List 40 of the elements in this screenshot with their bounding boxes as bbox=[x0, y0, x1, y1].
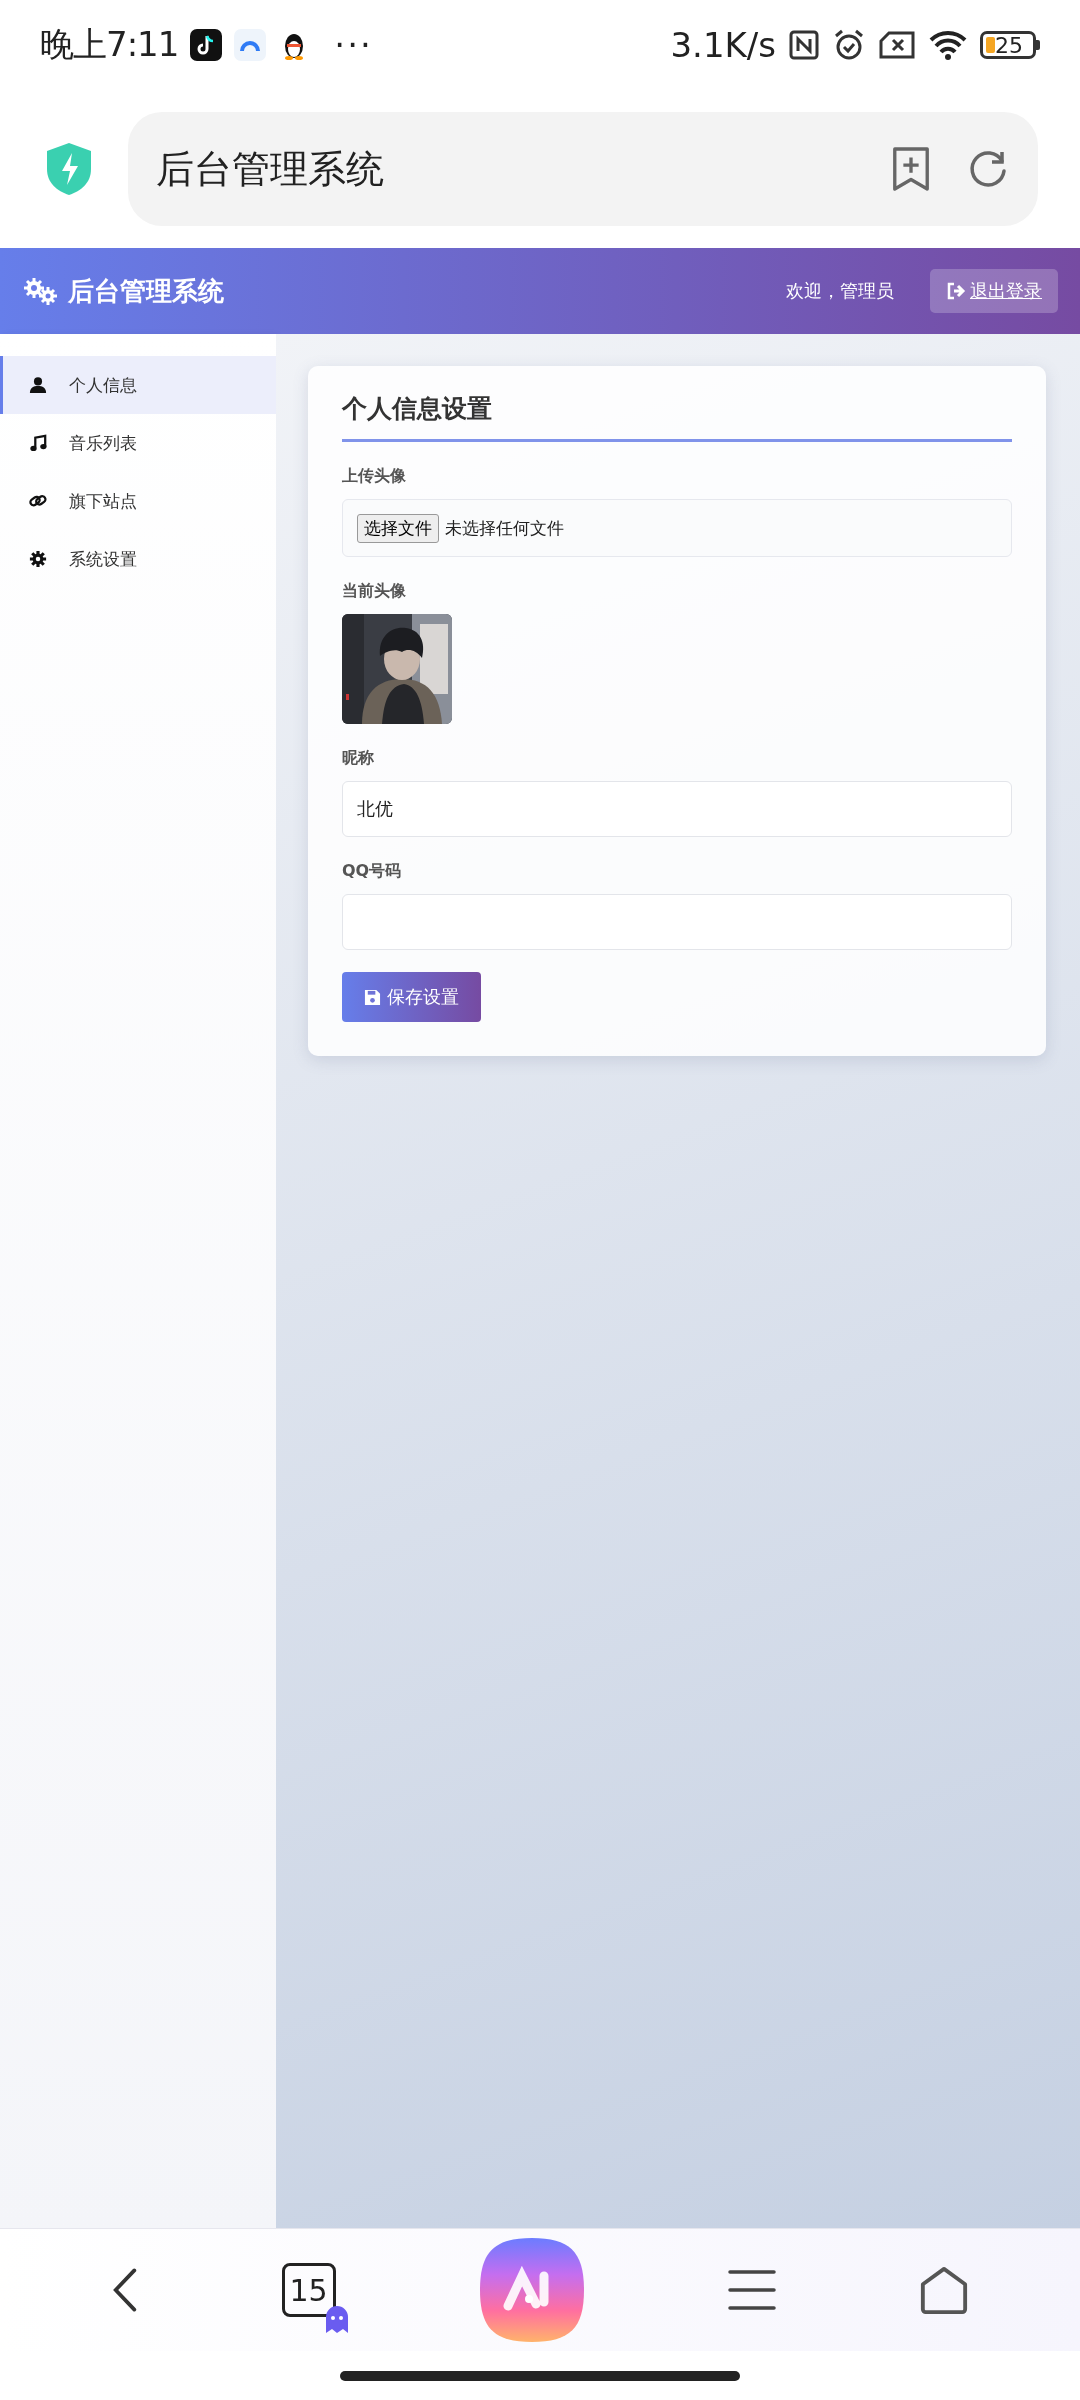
music-app-icon bbox=[190, 29, 223, 61]
address-bar[interactable]: 后台管理系统 bbox=[128, 112, 1038, 226]
sidebar-item[interactable]: 旗下站点 bbox=[0, 472, 276, 530]
home-icon[interactable] bbox=[918, 2265, 969, 2315]
bookmark-add-icon[interactable] bbox=[890, 145, 932, 193]
no-sim-icon bbox=[878, 30, 916, 60]
file-status-text: 未选择任何文件 bbox=[445, 516, 564, 540]
save-button[interactable]: 保存设置 bbox=[342, 972, 481, 1022]
network-speed: 3.1K/s bbox=[670, 25, 776, 65]
field-label: 昵称 bbox=[342, 748, 375, 769]
app-title: 后台管理系统 bbox=[68, 274, 224, 308]
page-title: 后台管理系统 bbox=[156, 145, 385, 193]
wifi-icon bbox=[928, 29, 968, 61]
gears-icon bbox=[22, 276, 58, 306]
status-time: 晚上7:11 bbox=[40, 23, 179, 66]
choose-file-button[interactable]: 选择文件 bbox=[357, 513, 439, 543]
sidebar-item[interactable]: 系统设置 bbox=[0, 530, 276, 588]
user-icon bbox=[29, 376, 47, 394]
file-upload-field[interactable]: 选择文件 未选择任何文件 bbox=[342, 499, 1012, 557]
field-label: QQ号码 bbox=[342, 861, 403, 882]
text-field[interactable] bbox=[342, 894, 1012, 950]
nfc-icon bbox=[788, 29, 820, 61]
ghost-badge-icon bbox=[323, 2305, 350, 2333]
welcome-text: 欢迎，管理员 bbox=[786, 279, 894, 303]
sidebar-item[interactable]: 个人信息 bbox=[0, 356, 276, 414]
text-field[interactable]: 北优 bbox=[342, 781, 1012, 837]
shield-icon bbox=[44, 141, 94, 197]
card-title: 个人信息设置 bbox=[342, 392, 1012, 442]
menu-icon[interactable] bbox=[728, 2268, 777, 2312]
logout-button[interactable]: 退出登录 bbox=[930, 269, 1058, 313]
sidebar-item[interactable]: 音乐列表 bbox=[0, 414, 276, 472]
settings-icon bbox=[29, 550, 47, 568]
music-note-icon bbox=[29, 434, 47, 452]
sign-out-icon bbox=[946, 282, 966, 300]
assistant-app-icon[interactable] bbox=[477, 2236, 586, 2344]
field-label: 上传头像 bbox=[342, 466, 407, 487]
field-label: 当前头像 bbox=[342, 581, 407, 602]
alarm-clock-icon bbox=[832, 28, 866, 62]
more-notifications-icon: ··· bbox=[334, 25, 373, 65]
cloud-app-icon bbox=[234, 29, 267, 61]
